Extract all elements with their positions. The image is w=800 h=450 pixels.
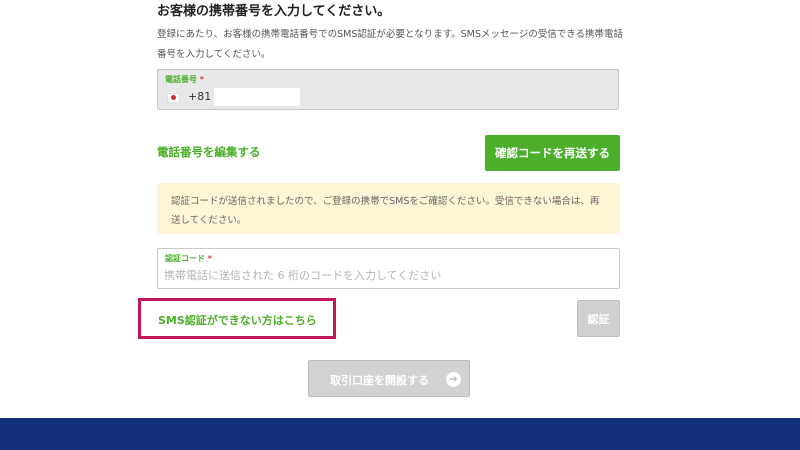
phone-number-value [214, 88, 300, 106]
form-heading: お客様の携帯番号を入力してください。 [157, 4, 391, 19]
sent-notice: 認証コードが送信されましたので、ご登録の携帯でSMSをご確認ください。受信できな… [157, 183, 620, 234]
sms-unavailable-highlight: SMS認証ができない方はこちら [138, 298, 336, 339]
resend-code-button[interactable]: 確認コードを再送する [485, 135, 620, 171]
form-description: 登録にあたり、お客様の携帯電話番号でのSMS認証が必要となります。SMSメッセー… [157, 29, 624, 60]
sms-unavailable-link[interactable]: SMS認証ができない方はこちら [158, 312, 317, 328]
country-code: +81 [188, 90, 212, 103]
required-mark: * [199, 75, 204, 84]
required-mark: * [207, 254, 212, 263]
phone-label-text: 電話番号 [165, 75, 197, 84]
open-account-button[interactable]: 取引口座を開設する ➔ [308, 360, 470, 397]
verification-code-field: 認証コード * [157, 248, 620, 289]
japan-flag-icon [167, 93, 180, 103]
phone-label: 電話番号 * [165, 74, 204, 85]
verification-code-input[interactable] [164, 266, 604, 284]
open-account-label: 取引口座を開設する [330, 374, 429, 387]
verify-button[interactable]: 認証 [577, 300, 620, 337]
code-label-text: 認証コード [165, 254, 205, 263]
phone-field: 電話番号 * +81 [157, 69, 619, 110]
code-label: 認証コード * [165, 253, 212, 264]
arrow-right-circle-icon: ➔ [446, 372, 461, 387]
footer-band [0, 418, 800, 450]
edit-phone-link[interactable]: 電話番号を編集する [157, 144, 261, 160]
